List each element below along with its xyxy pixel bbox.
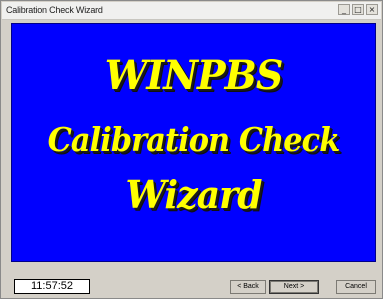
- window-title: Calibration Check Wizard: [6, 5, 103, 15]
- splash-title-wizard: Wizard: [125, 172, 262, 217]
- cancel-button[interactable]: Cancel: [336, 280, 376, 294]
- caption-buttons: _ □ ×: [338, 4, 378, 15]
- close-button[interactable]: ×: [366, 4, 378, 15]
- splash-title-calibration-check: Calibration Check: [47, 120, 341, 159]
- minimize-button[interactable]: _: [338, 4, 350, 15]
- clock-display: 11:57:52: [14, 279, 90, 294]
- wizard-footer: 11:57:52 < Back Next > Cancel: [2, 267, 381, 297]
- wizard-window: Calibration Check Wizard _ □ × WINPBS Ca…: [0, 0, 383, 299]
- maximize-button[interactable]: □: [352, 4, 364, 15]
- splash-banner: WINPBS Calibration Check Wizard: [11, 23, 376, 262]
- back-button[interactable]: < Back: [230, 280, 266, 294]
- splash-title-winpbs: WINPBS: [104, 52, 284, 99]
- next-button[interactable]: Next >: [269, 280, 319, 294]
- title-bar[interactable]: Calibration Check Wizard _ □ ×: [2, 2, 381, 20]
